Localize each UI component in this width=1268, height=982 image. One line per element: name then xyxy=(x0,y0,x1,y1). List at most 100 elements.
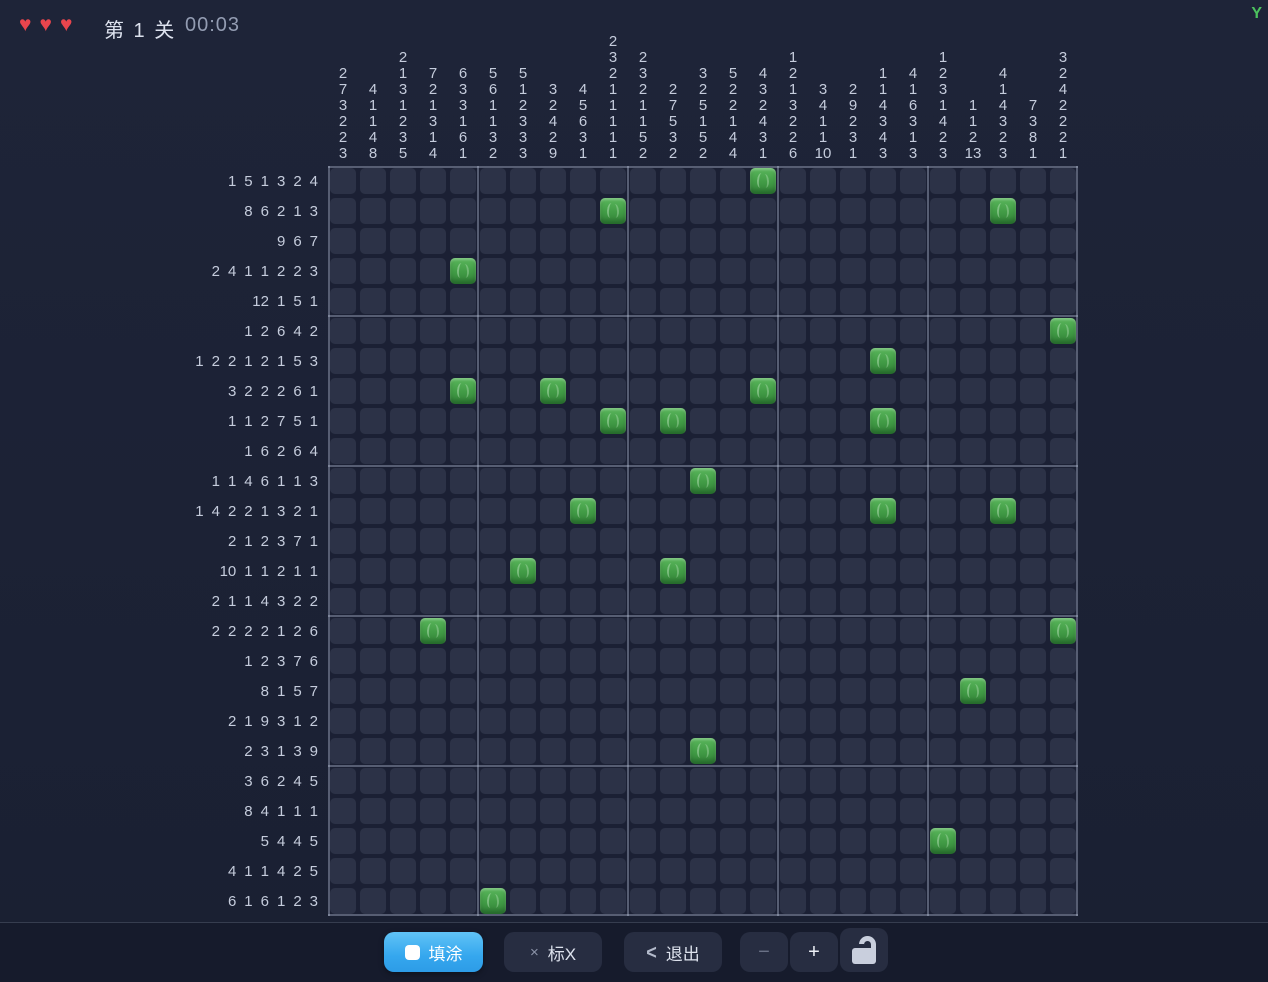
grid-cell[interactable] xyxy=(990,888,1016,914)
grid-cell[interactable] xyxy=(930,258,956,284)
grid-cell[interactable] xyxy=(870,438,896,464)
grid-cell[interactable] xyxy=(1050,768,1076,794)
exit-button[interactable]: < 退出 xyxy=(624,932,722,972)
grid-cell[interactable] xyxy=(660,678,686,704)
grid-cell[interactable] xyxy=(1050,228,1076,254)
grid-cell[interactable] xyxy=(780,588,806,614)
grid-cell[interactable] xyxy=(720,828,746,854)
grid-cell[interactable] xyxy=(390,408,416,434)
grid-cell[interactable] xyxy=(720,798,746,824)
grid-cell[interactable] xyxy=(960,288,986,314)
grid-cell[interactable] xyxy=(450,228,476,254)
grid-cell[interactable] xyxy=(630,498,656,524)
grid-cell[interactable] xyxy=(720,498,746,524)
grid-cell[interactable] xyxy=(990,678,1016,704)
grid-cell[interactable] xyxy=(900,498,926,524)
grid-cell[interactable] xyxy=(510,738,536,764)
grid-cell[interactable] xyxy=(510,258,536,284)
grid-cell[interactable] xyxy=(420,768,446,794)
grid-cell[interactable] xyxy=(1020,378,1046,404)
grid-cell[interactable] xyxy=(660,198,686,224)
grid-cell[interactable] xyxy=(810,648,836,674)
grid-cell[interactable] xyxy=(330,198,356,224)
grid-cell[interactable] xyxy=(420,198,446,224)
grid-cell[interactable] xyxy=(1050,408,1076,434)
grid-cell[interactable] xyxy=(630,168,656,194)
grid-cell[interactable] xyxy=(390,468,416,494)
grid-cell[interactable] xyxy=(750,198,776,224)
grid-cell[interactable] xyxy=(480,648,506,674)
grid-cell[interactable] xyxy=(1020,678,1046,704)
grid-cell[interactable] xyxy=(630,288,656,314)
grid-cell[interactable] xyxy=(840,618,866,644)
grid-cell[interactable] xyxy=(750,348,776,374)
grid-cell[interactable] xyxy=(990,798,1016,824)
grid-cell[interactable] xyxy=(810,588,836,614)
grid-cell[interactable] xyxy=(600,828,626,854)
grid-cell[interactable] xyxy=(1020,198,1046,224)
grid-cell[interactable] xyxy=(630,378,656,404)
grid-cell[interactable] xyxy=(540,348,566,374)
grid-cell[interactable] xyxy=(1020,768,1046,794)
grid-cell[interactable] xyxy=(480,528,506,554)
grid-cell-filled[interactable] xyxy=(510,558,536,584)
grid-cell[interactable] xyxy=(1020,588,1046,614)
grid-cell[interactable] xyxy=(660,498,686,524)
grid-cell[interactable] xyxy=(660,258,686,284)
grid-cell[interactable] xyxy=(600,438,626,464)
grid-cell[interactable] xyxy=(960,558,986,584)
grid-cell[interactable] xyxy=(420,678,446,704)
grid-cell[interactable] xyxy=(390,348,416,374)
grid-cell[interactable] xyxy=(360,828,386,854)
grid-cell[interactable] xyxy=(690,288,716,314)
grid-cell[interactable] xyxy=(750,888,776,914)
grid-cell[interactable] xyxy=(840,258,866,284)
grid-cell[interactable] xyxy=(540,258,566,284)
grid-cell[interactable] xyxy=(720,648,746,674)
grid-cell[interactable] xyxy=(780,168,806,194)
grid-cell[interactable] xyxy=(720,198,746,224)
grid-cell[interactable] xyxy=(780,498,806,524)
grid-cell[interactable] xyxy=(720,438,746,464)
grid-cell[interactable] xyxy=(600,258,626,284)
grid-cell[interactable] xyxy=(540,468,566,494)
grid-cell[interactable] xyxy=(960,738,986,764)
grid-cell[interactable] xyxy=(390,798,416,824)
grid-cell[interactable] xyxy=(600,468,626,494)
grid-cell[interactable] xyxy=(990,438,1016,464)
grid-cell[interactable] xyxy=(330,528,356,554)
grid-cell[interactable] xyxy=(780,198,806,224)
grid-cell[interactable] xyxy=(960,408,986,434)
grid-cell[interactable] xyxy=(540,408,566,434)
grid-cell[interactable] xyxy=(1050,858,1076,884)
grid-cell[interactable] xyxy=(420,708,446,734)
grid-cell[interactable] xyxy=(840,168,866,194)
grid-cell[interactable] xyxy=(750,408,776,434)
grid-cell[interactable] xyxy=(960,168,986,194)
grid-cell[interactable] xyxy=(450,438,476,464)
grid-cell[interactable] xyxy=(360,678,386,704)
grid-cell[interactable] xyxy=(420,798,446,824)
grid-cell[interactable] xyxy=(990,228,1016,254)
grid-cell[interactable] xyxy=(360,198,386,224)
grid-cell[interactable] xyxy=(960,198,986,224)
grid-cell-filled[interactable] xyxy=(480,888,506,914)
grid-cell[interactable] xyxy=(600,318,626,344)
grid-cell[interactable] xyxy=(450,648,476,674)
grid-cell[interactable] xyxy=(780,438,806,464)
grid-cell[interactable] xyxy=(750,528,776,554)
grid-cell-filled[interactable] xyxy=(1050,618,1076,644)
grid-cell[interactable] xyxy=(1020,168,1046,194)
grid-cell[interactable] xyxy=(870,708,896,734)
grid-cell[interactable] xyxy=(720,528,746,554)
grid-cell[interactable] xyxy=(840,228,866,254)
grid-cell[interactable] xyxy=(570,588,596,614)
grid-cell[interactable] xyxy=(960,468,986,494)
grid-cell[interactable] xyxy=(960,768,986,794)
grid-cell[interactable] xyxy=(450,768,476,794)
grid-cell[interactable] xyxy=(720,888,746,914)
grid-cell[interactable] xyxy=(420,828,446,854)
grid-cell[interactable] xyxy=(750,828,776,854)
grid-cell[interactable] xyxy=(750,858,776,884)
grid-cell-filled[interactable] xyxy=(1050,318,1076,344)
